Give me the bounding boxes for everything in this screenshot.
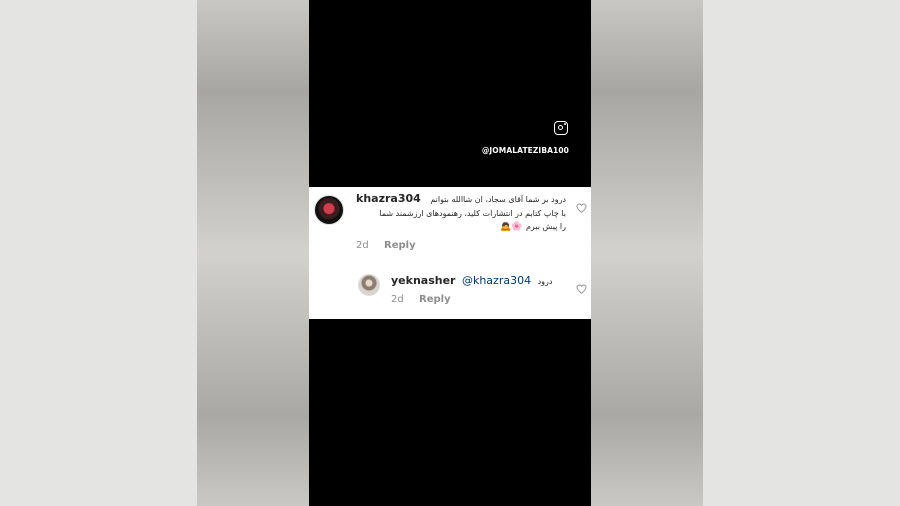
reply-timestamp: 2d — [391, 294, 404, 305]
reply-button[interactable]: Reply — [419, 294, 451, 305]
reply-mention[interactable]: @khazra304 — [462, 274, 531, 287]
comment-text-line-3: را پیش ببرم 🌸🙇 — [499, 222, 566, 232]
instagram-icon — [554, 121, 568, 135]
avatar[interactable] — [358, 274, 380, 296]
avatar[interactable] — [314, 195, 344, 225]
comment-username[interactable]: khazra304 — [356, 192, 421, 205]
comment-card: khazra304 درود بر شما آقای سجاد، ان شاال… — [309, 187, 591, 319]
reply-username[interactable]: yeknasher — [391, 274, 455, 287]
reply-button[interactable]: Reply — [384, 240, 416, 251]
comment-emojis: 🌸🙇 — [500, 222, 523, 232]
heart-outline-icon[interactable] — [576, 284, 587, 294]
comment-text-line-2: با چاپ کتابم در انتشارات کلید، رهنمودهای… — [379, 209, 566, 218]
blurred-right-background — [591, 0, 703, 506]
comment-text-line-1: درود بر شما آقای سجاد، ان شاالله بتوانم — [430, 195, 566, 204]
heart-outline-icon[interactable] — [576, 203, 587, 213]
comment-timestamp: 2d — [356, 240, 369, 251]
instagram-handle: @JOMALATEZIBA100 — [481, 146, 569, 155]
reply-text: درود — [537, 277, 553, 286]
blurred-left-background — [197, 0, 309, 506]
reply-comment: yeknasher @khazra304 درود — [391, 274, 552, 287]
comment-text-line-3-text: را پیش ببرم — [525, 222, 566, 231]
